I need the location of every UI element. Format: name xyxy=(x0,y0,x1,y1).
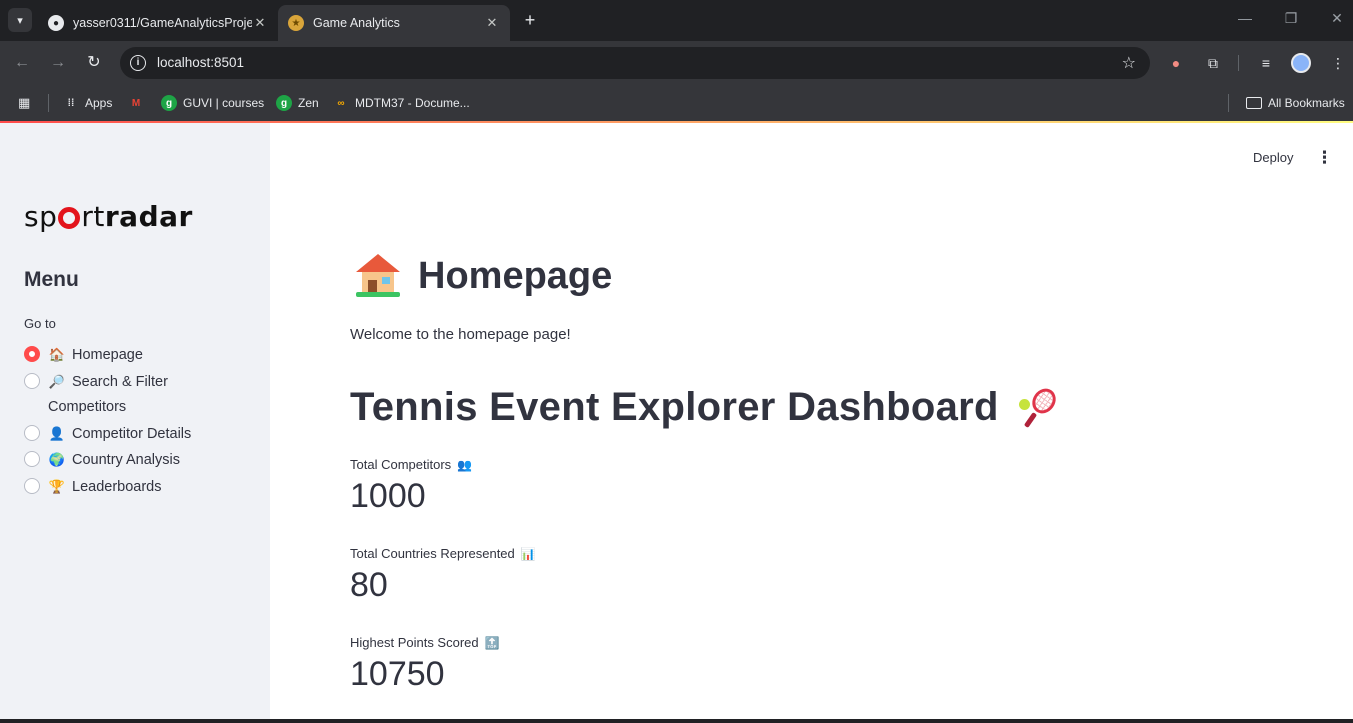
bookmark-mdtm[interactable]: ∞ MDTM37 - Docume... xyxy=(333,93,470,113)
github-icon: ● xyxy=(48,15,64,31)
metric-value: 1000 xyxy=(350,477,426,515)
bookmark-star-icon[interactable]: ☆ xyxy=(1122,53,1136,73)
folder-icon xyxy=(1246,97,1262,109)
welcome-text: Welcome to the homepage page! xyxy=(350,326,571,343)
close-icon[interactable]: ✕ xyxy=(484,15,500,31)
metric-label: Highest Points Scored xyxy=(350,635,479,650)
dashboard-title: Tennis Event Explorer Dashboard xyxy=(350,385,999,429)
bookmark-gmail[interactable]: M xyxy=(128,93,150,113)
tab-title: Game Analytics xyxy=(313,16,400,30)
metric-total-countries: Total Countries Represented 📊 80 xyxy=(350,546,536,605)
browser-menu-icon[interactable]: ⋮ xyxy=(1328,53,1348,73)
globe-icon: 🌍 xyxy=(48,452,66,467)
radio-option-homepage[interactable]: 🏠 Homepage xyxy=(24,342,244,369)
house-icon xyxy=(356,254,400,298)
top-arrow-icon: 🔝 xyxy=(484,635,500,650)
trophy-icon: 🏆 xyxy=(48,478,66,494)
page-title-row: Homepage xyxy=(356,254,612,298)
close-window-icon[interactable]: ✕ xyxy=(1327,10,1347,27)
metric-value: 10750 xyxy=(350,655,445,693)
tab-search-icon[interactable]: ▾ xyxy=(8,8,32,32)
radio-button[interactable] xyxy=(24,424,40,441)
all-bookmarks-label: All Bookmarks xyxy=(1268,96,1345,110)
tab-title: yasser0311/GameAnalyticsProje xyxy=(73,16,252,30)
metric-total-competitors: Total Competitors 👥 1000 xyxy=(350,457,472,516)
radio-group-label: Go to xyxy=(24,316,56,331)
people-icon: 👥 xyxy=(457,457,473,472)
profile-avatar[interactable] xyxy=(1291,53,1311,73)
media-control-icon[interactable]: ≡ xyxy=(1256,53,1276,73)
tab-groups-icon[interactable]: ▦ xyxy=(18,95,30,111)
dashboard-title-row: Tennis Event Explorer Dashboard xyxy=(350,383,1061,430)
radio-option-label: Leaderboards xyxy=(72,478,162,495)
metric-highest-points: Highest Points Scored 🔝 10750 xyxy=(350,635,500,694)
radio-button[interactable] xyxy=(24,372,40,389)
bookmark-label: MDTM37 - Docume... xyxy=(355,96,470,110)
url-text[interactable]: localhost:8501 xyxy=(157,55,244,70)
page-title: Homepage xyxy=(418,254,613,297)
main-content: Deploy ⋮ Homepage Welcome to the homepag… xyxy=(270,123,1353,719)
bookmark-guvi[interactable]: g GUVI | courses xyxy=(161,93,264,113)
close-icon[interactable]: ✕ xyxy=(252,15,268,31)
minimize-icon[interactable]: — xyxy=(1235,10,1255,26)
radio-option-leaderboards[interactable]: 🏆 Leaderboards xyxy=(24,474,244,501)
all-bookmarks-button[interactable]: All Bookmarks xyxy=(1246,93,1345,113)
radio-option-search-filter[interactable]: 🔎 Search & Filter Competitors xyxy=(24,369,244,421)
bookmarks-separator xyxy=(48,94,49,112)
house-icon: 🏠 xyxy=(48,347,66,362)
radio-button[interactable] xyxy=(24,451,40,467)
zen-icon: g xyxy=(276,95,292,111)
radio-option-label: Homepage xyxy=(72,347,143,363)
extensions-puzzle-icon[interactable]: ⧉ xyxy=(1203,53,1223,73)
tennis-racket-icon xyxy=(1018,383,1061,430)
restore-icon[interactable]: ❐ xyxy=(1281,10,1301,27)
tab-strip: ▾ ● yasser0311/GameAnalyticsProje ✕ ★ Ga… xyxy=(0,0,1353,41)
new-tab-button[interactable]: + xyxy=(520,10,540,30)
bookmark-apps[interactable]: ⁞⁞ Apps xyxy=(63,93,113,113)
browser-toolbar: ← → ↻ i localhost:8501 ☆ ● ⧉ ≡ ⋮ xyxy=(0,41,1353,85)
gmail-icon: M xyxy=(131,97,141,109)
guvi-icon: g xyxy=(161,95,177,111)
radio-option-country-analysis[interactable]: 🌍 Country Analysis xyxy=(24,447,244,474)
address-bar[interactable]: i localhost:8501 ☆ xyxy=(120,47,1150,79)
bookmark-label: Zen xyxy=(298,96,319,110)
bookmark-label: GUVI | courses xyxy=(183,96,265,110)
bookmark-zen[interactable]: g Zen xyxy=(276,93,319,113)
tab-game-analytics[interactable]: ★ Game Analytics ✕ xyxy=(278,5,510,41)
medal-icon: ★ xyxy=(288,15,304,31)
bar-chart-icon: 📊 xyxy=(520,546,536,561)
back-icon[interactable]: ← xyxy=(12,53,32,73)
radio-option-competitor-details[interactable]: 👤 Competitor Details xyxy=(24,421,244,448)
radio-option-label: Country Analysis xyxy=(72,452,180,468)
tab-github[interactable]: ● yasser0311/GameAnalyticsProje ✕ xyxy=(38,5,278,41)
person-icon: 👤 xyxy=(48,425,66,441)
navigation-radio-group: 🏠 Homepage 🔎 Search & Filter Competitors 👤… xyxy=(24,342,244,500)
streamlit-page: sp rt radar Menu Go to 🏠 Homepage 🔎 Search &… xyxy=(0,121,1353,719)
bookmarks-separator xyxy=(1228,94,1229,112)
metric-label: Total Countries Represented xyxy=(350,546,515,561)
apps-grid-icon: ⁞⁞ xyxy=(67,97,75,109)
main-menu-icon[interactable]: ⋮ xyxy=(1316,148,1333,168)
extension-red-icon[interactable]: ● xyxy=(1166,53,1186,73)
radio-button[interactable] xyxy=(24,346,40,362)
menu-title: Menu xyxy=(24,268,79,291)
reload-icon[interactable]: ↻ xyxy=(84,53,104,73)
metric-value: 80 xyxy=(350,566,388,604)
radio-button[interactable] xyxy=(24,477,40,494)
metric-label: Total Competitors xyxy=(350,457,452,472)
bookmark-label: Apps xyxy=(85,96,113,110)
radio-option-label: Competitor Details xyxy=(72,425,192,442)
sportradar-logo: sp rt radar xyxy=(24,199,193,233)
magnifier-icon: 🔎 xyxy=(48,373,66,389)
sidebar: sp rt radar Menu Go to 🏠 Homepage 🔎 Search &… xyxy=(0,123,270,719)
mdtm-icon: ∞ xyxy=(337,97,345,109)
site-info-icon[interactable]: i xyxy=(130,55,146,71)
deploy-button[interactable]: Deploy xyxy=(1253,150,1293,165)
logo-ring-icon xyxy=(58,207,81,229)
browser-window: ▾ ● yasser0311/GameAnalyticsProje ✕ ★ Ga… xyxy=(0,0,1353,723)
forward-icon[interactable]: → xyxy=(48,53,68,73)
bookmarks-bar: ▦ ⁞⁞ Apps M g GUVI | courses g Zen ∞ MDT… xyxy=(0,85,1353,121)
toolbar-separator xyxy=(1238,55,1239,71)
